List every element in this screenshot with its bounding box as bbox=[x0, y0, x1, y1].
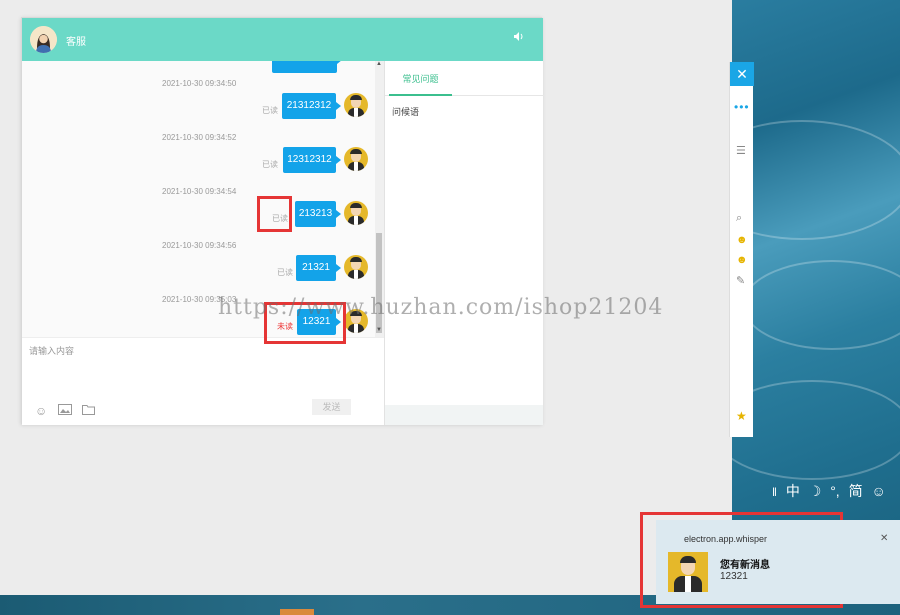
faq-footer bbox=[385, 405, 543, 425]
edit-icon[interactable]: ✎ bbox=[736, 274, 745, 287]
user-avatar bbox=[344, 201, 368, 225]
chat-title: 客服 bbox=[66, 37, 86, 48]
star-icon[interactable]: ★ bbox=[736, 409, 747, 423]
ime-emoji-icon[interactable]: ☺ bbox=[871, 483, 885, 499]
message-bubble: 12312312 bbox=[283, 147, 341, 173]
contact-icon[interactable]: ☻ bbox=[736, 234, 748, 246]
emoji-icon[interactable]: ☺ bbox=[35, 404, 47, 418]
message-time: 2021-10-30 09:34:50 bbox=[162, 79, 237, 88]
message-bubble bbox=[272, 61, 342, 73]
message-time: 2021-10-30 09:34:54 bbox=[162, 187, 237, 196]
search-icon[interactable]: ⌕ bbox=[736, 212, 742, 225]
speaker-icon[interactable] bbox=[513, 31, 524, 45]
close-icon[interactable]: ✕ bbox=[880, 533, 888, 544]
scroll-down-icon[interactable]: ▼ bbox=[376, 327, 382, 333]
more-icon[interactable]: ••• bbox=[734, 100, 750, 114]
folder-icon[interactable] bbox=[82, 404, 95, 418]
faq-tabs: 常见问题 bbox=[385, 61, 544, 96]
message-input[interactable]: 请输入内容 ☺ 发送 bbox=[22, 337, 384, 425]
message-bubble: 21321 bbox=[296, 255, 341, 281]
user-avatar bbox=[344, 255, 368, 279]
background-app-window: ✕ ••• ☰ ⌕ ☻ ☻ ✎ ★ bbox=[729, 62, 754, 437]
input-placeholder: 请输入内容 bbox=[29, 346, 75, 356]
message-bubble: 21312312 bbox=[282, 93, 341, 119]
faq-panel: 常见问题 问候语 bbox=[384, 61, 544, 425]
notification-toast[interactable]: electron.app.whisper ✕ 您有新消息 12321 bbox=[656, 520, 900, 604]
read-status: 已读 bbox=[262, 160, 278, 169]
watermark-text: https://www.huzhan.com/ishop21204 bbox=[218, 295, 664, 320]
notification-app-name: electron.app.whisper bbox=[684, 534, 768, 544]
faq-item-greeting[interactable]: 问候语 bbox=[392, 105, 419, 118]
agent-avatar bbox=[30, 26, 57, 53]
ime-toolbar[interactable]: ‖ 中 ☽ °, 简 ☺ bbox=[772, 481, 900, 501]
user-avatar bbox=[344, 93, 368, 117]
send-button[interactable]: 发送 bbox=[312, 399, 351, 415]
menu-icon[interactable]: ☰ bbox=[736, 144, 746, 157]
close-icon[interactable]: ✕ bbox=[730, 62, 754, 86]
notification-body: 12321 bbox=[720, 571, 748, 582]
tab-faq[interactable]: 常见问题 bbox=[389, 61, 452, 96]
chat-header: 客服 bbox=[22, 18, 543, 61]
ime-simplified[interactable]: 简 bbox=[849, 483, 863, 499]
user-avatar bbox=[344, 147, 368, 171]
notification-avatar bbox=[668, 552, 708, 592]
contact-icon[interactable]: ☻ bbox=[736, 254, 748, 266]
ime-chinese[interactable]: 中 bbox=[786, 483, 800, 499]
taskbar-item[interactable] bbox=[280, 609, 314, 615]
read-status: 已读 bbox=[262, 106, 278, 115]
message-time: 2021-10-30 09:34:52 bbox=[162, 133, 237, 142]
message-time: 2021-10-30 09:34:56 bbox=[162, 241, 237, 250]
ime-punctuation[interactable]: °, bbox=[830, 483, 840, 499]
read-status: 已读 bbox=[277, 268, 293, 277]
scroll-up-icon[interactable]: ▲ bbox=[376, 61, 382, 67]
ime-separator: ‖ bbox=[772, 485, 777, 499]
ime-moon-icon[interactable]: ☽ bbox=[809, 483, 822, 499]
message-bubble: 213213 bbox=[295, 201, 341, 227]
notification-title: 您有新消息 bbox=[720, 560, 770, 571]
highlight-box bbox=[257, 196, 292, 232]
image-icon[interactable] bbox=[58, 404, 72, 418]
